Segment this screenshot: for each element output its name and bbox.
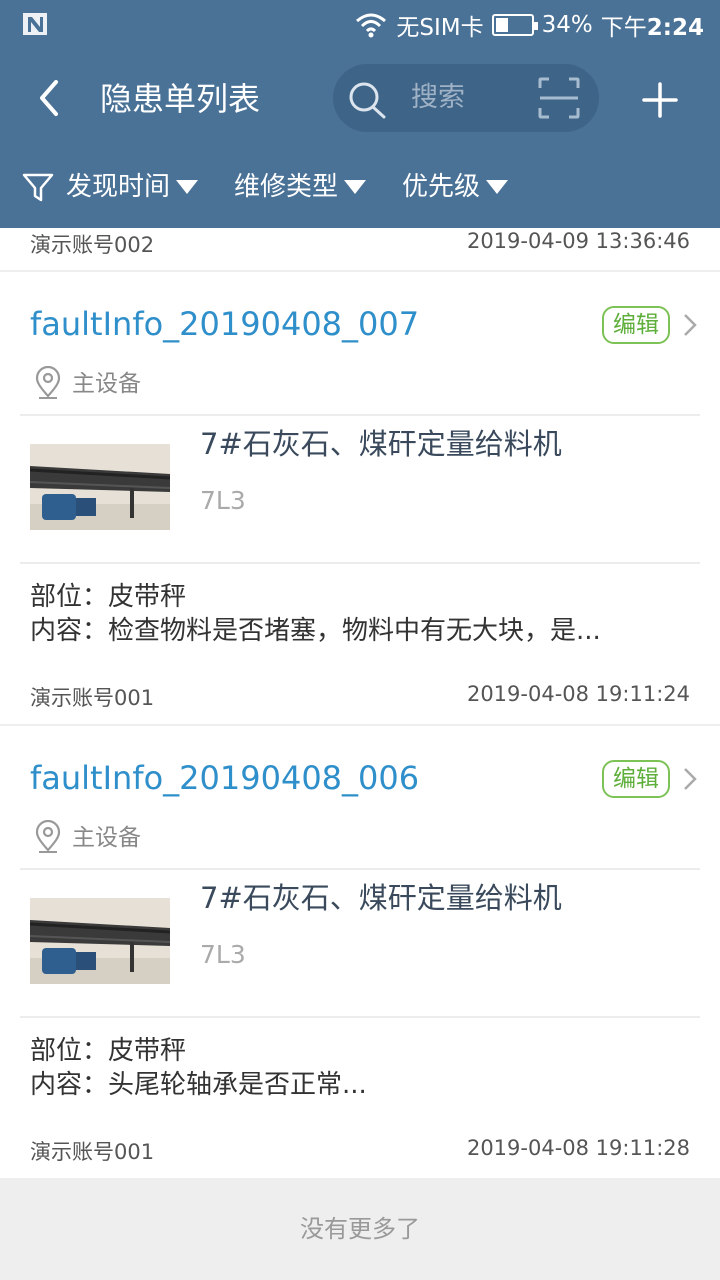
location-pin-icon <box>35 366 61 399</box>
conveyor-image <box>30 444 170 530</box>
location-text: 主设备 <box>72 371 141 397</box>
time-prefix: 下午 <box>600 15 647 41</box>
divider <box>20 1016 700 1018</box>
report-datetime: 2019-04-09 13:36:46 <box>466 229 690 253</box>
battery-fill <box>495 18 508 32</box>
dropdown-triangle-icon <box>486 180 509 194</box>
add-icon[interactable] <box>640 80 680 120</box>
filter-label: 优先级 <box>402 172 481 202</box>
search-input[interactable]: 搜索 <box>411 80 465 116</box>
filter-bar: 发现时间 维修类型 优先级 <box>0 162 720 212</box>
equipment-code: 7L3 <box>200 940 246 969</box>
equipment-code: 7L3 <box>200 486 246 515</box>
content-line: 内容：头尾轮轴承是否正常... <box>30 1070 367 1100</box>
divider <box>20 562 700 564</box>
report-datetime: 2019-04-08 19:11:28 <box>466 1136 690 1160</box>
part-line: 部位：皮带秤 <box>30 582 187 612</box>
clock-time: 2:24 <box>646 15 704 41</box>
app-header: 无SIM卡 34% 下午2:24 隐患单列表 搜索 发现时间 维修类型 优先级 <box>0 0 720 228</box>
scan-icon[interactable] <box>537 76 581 120</box>
filter-label: 维修类型 <box>234 172 339 202</box>
equipment-photo <box>30 444 170 530</box>
filter-icon <box>22 173 54 202</box>
wifi-icon <box>356 13 387 38</box>
carrier-text: 无SIM卡 <box>396 15 484 41</box>
page-title: 隐患单列表 <box>100 80 261 118</box>
filter-label: 发现时间 <box>66 172 171 202</box>
filter-priority[interactable]: 优先级 <box>402 170 509 204</box>
equipment-name: 7#石灰石、煤矸定量给料机 <box>200 427 562 461</box>
dropdown-triangle-icon <box>344 180 367 194</box>
nav-bar: 隐患单列表 搜索 <box>0 50 720 150</box>
notification-n-icon <box>23 13 47 35</box>
chevron-right-icon[interactable] <box>680 312 700 338</box>
location-text: 主设备 <box>72 825 141 851</box>
status-right: 无SIM卡 34% 下午2:24 <box>354 8 704 42</box>
location-pin-icon <box>35 820 61 853</box>
equipment-photo <box>30 898 170 984</box>
filter-discover-time[interactable]: 发现时间 <box>66 170 199 204</box>
edit-button[interactable]: 编辑 <box>602 760 670 798</box>
previous-item-footer: 演示账号002 2019-04-09 13:36:46 <box>0 228 720 270</box>
hazard-card[interactable]: faultInfo_20190408_006 编辑 主设备 7#石灰石、煤矸定量… <box>0 726 720 1178</box>
reporter-account: 演示账号002 <box>30 233 155 257</box>
divider <box>20 868 700 870</box>
filter-repair-type[interactable]: 维修类型 <box>234 170 367 204</box>
part-line: 部位：皮带秤 <box>30 1036 187 1066</box>
status-bar: 无SIM卡 34% 下午2:24 <box>0 0 720 50</box>
hazard-list[interactable]: 演示账号002 2019-04-09 13:36:46 faultInfo_20… <box>0 228 720 1178</box>
battery-percent: 34% <box>541 12 593 38</box>
reporter-account: 演示账号001 <box>30 1140 155 1164</box>
content-line: 内容：检查物料是否堵塞，物料中有无大块，是... <box>30 616 601 646</box>
search-box[interactable]: 搜索 <box>333 64 599 132</box>
search-icon <box>349 82 386 119</box>
conveyor-image <box>30 898 170 984</box>
battery-icon <box>491 14 538 36</box>
edit-button[interactable]: 编辑 <box>602 306 670 344</box>
dropdown-triangle-icon <box>176 180 199 194</box>
equipment-name: 7#石灰石、煤矸定量给料机 <box>200 881 562 915</box>
back-arrow-icon[interactable] <box>30 78 70 118</box>
hazard-card[interactable]: faultInfo_20190408_007 编辑 主设备 7#石灰石、煤矸定量… <box>0 272 720 724</box>
report-datetime: 2019-04-08 19:11:24 <box>466 682 690 706</box>
hazard-title[interactable]: faultInfo_20190408_007 <box>30 304 419 344</box>
divider <box>20 414 700 416</box>
hazard-title[interactable]: faultInfo_20190408_006 <box>30 758 419 798</box>
reporter-account: 演示账号001 <box>30 686 155 710</box>
chevron-right-icon[interactable] <box>680 766 700 792</box>
no-more-indicator: 没有更多了 <box>0 1178 720 1280</box>
